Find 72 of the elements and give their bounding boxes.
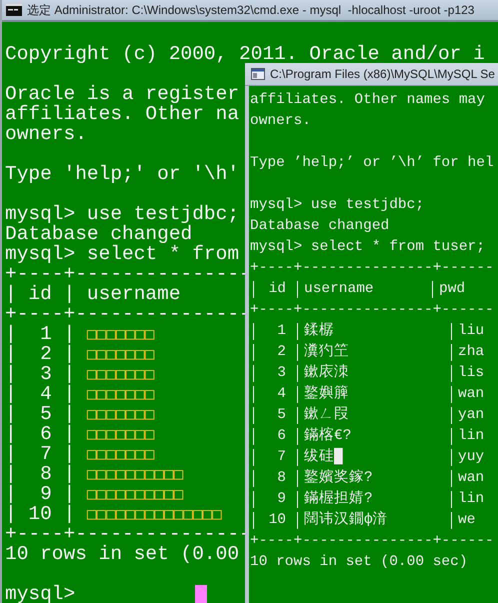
text-cursor <box>195 585 208 603</box>
table-cell-text: yuy <box>458 448 486 467</box>
console-line: | 9 | □□□□□□□□□□ <box>5 484 184 504</box>
console-line: affiliates. Other names may <box>250 91 485 110</box>
console-line: +----+---------------+------ <box>250 532 494 551</box>
console-line: +----+---------------+------ <box>250 259 494 278</box>
table-cell-text: 瀵犳笁 <box>304 342 350 362</box>
table-cell-text: liu <box>458 322 486 341</box>
console-line: | id | username <box>5 284 181 304</box>
table-cell-text: 2 <box>276 343 287 362</box>
table-cell-text: username <box>304 280 375 299</box>
console-line: Database changed <box>250 217 390 236</box>
console-line: +----+--------------- <box>5 264 251 284</box>
console-line: +----+--------------- <box>5 524 251 544</box>
table-cell-text: 4 <box>276 385 287 404</box>
table-cell-text: 绂硅█ <box>304 447 344 467</box>
console-line: | 5 | □□□□□□□ <box>5 404 154 424</box>
console-line: 10 rows in set (0.00 sec) <box>250 553 468 572</box>
table-cell-text: lin <box>458 427 486 446</box>
console-line: mysql> select * from <box>5 244 240 264</box>
table-cell-text: 8 <box>276 469 287 488</box>
table-cell-text: 鏋楁€? <box>304 426 352 446</box>
table-cell-text: 闊讳汉鐗ф湇 <box>304 510 389 530</box>
console-line: mysql> use testjdbc; <box>250 196 424 215</box>
table-cell-text: lis <box>458 364 486 383</box>
console-line: Copyright (c) 2000, 2011. Oracle and/or i <box>5 44 485 64</box>
table-cell-text: 10 <box>268 511 287 530</box>
table-cell-text: yan <box>458 406 486 425</box>
window-title: 选定 Administrator: C:\Windows\system32\cmd.exe - mysql -hlocalhost -uroot -p123 <box>27 2 474 18</box>
window-title: C:\Program Files (x86)\MySQL\MySQL Se <box>270 67 495 81</box>
console-line: | 7 | □□□□□□□ <box>5 444 154 464</box>
table-cell-text: 鏉庡洓 <box>304 363 350 383</box>
table-cell-text: 鐜嬪奖鎵? <box>304 468 374 488</box>
console-line: +----+---------------+------ <box>250 301 494 320</box>
console-line: | 8 | □□□□□□□□□□ <box>5 464 184 484</box>
table-cell-text: 7 <box>276 448 287 467</box>
table-cell-text: 6 <box>276 427 287 446</box>
console-line: mysql> select * from tuser; <box>250 238 485 257</box>
console-line: Oracle is a register <box>5 84 240 104</box>
table-cell-text: 1 <box>276 322 287 341</box>
table-cell-text: id <box>268 280 287 299</box>
table-cell-text: zha <box>458 343 486 362</box>
prompt-text: mysql> <box>5 584 76 603</box>
console-line: | 6 | □□□□□□□ <box>5 424 154 444</box>
table-cell-text: 3 <box>276 364 287 383</box>
console-line: affiliates. Other na <box>5 104 240 124</box>
console-line: Type ’help;’ or ’\h’ for hel <box>250 154 494 173</box>
table-cell-text: wan <box>458 469 486 488</box>
table-cell-text: 鐜嬩簲 <box>304 384 350 404</box>
console-line: | 3 | □□□□□□□ <box>5 364 154 384</box>
table-cell-text: 5 <box>276 406 287 425</box>
console-line: Type 'help;' or '\h' <box>5 164 240 184</box>
table-cell-text: 鍒樼 <box>304 321 335 341</box>
console-line: mysql> use testjdbc; <box>5 204 240 224</box>
console-line: owners. <box>5 124 87 144</box>
console-line: Database changed <box>5 224 192 244</box>
table-cell-text: 9 <box>276 490 287 509</box>
table-cell-text: we <box>458 511 476 530</box>
console-line: | 2 | □□□□□□□ <box>5 344 154 364</box>
console-line: | 4 | □□□□□□□ <box>5 384 154 404</box>
console-line: | 1 | □□□□□□□ <box>5 324 154 344</box>
console-line: | 10 | □□□□□□□□□□□□□□ <box>5 504 222 524</box>
console-line: +----+--------------- <box>5 304 251 324</box>
window-icon <box>251 68 265 80</box>
table-cell-text: 鏋楃担婧? <box>304 489 374 509</box>
table-cell-text: lin <box>458 490 486 509</box>
table-cell-text: wan <box>458 385 486 404</box>
table-cell-text: pwd <box>439 280 466 299</box>
console-icon <box>6 4 22 16</box>
console-line: owners. <box>250 112 311 131</box>
table-cell-text: 鏉ㄥ叚 <box>304 406 350 425</box>
console-line: 10 rows in set (0.00 <box>5 544 240 564</box>
